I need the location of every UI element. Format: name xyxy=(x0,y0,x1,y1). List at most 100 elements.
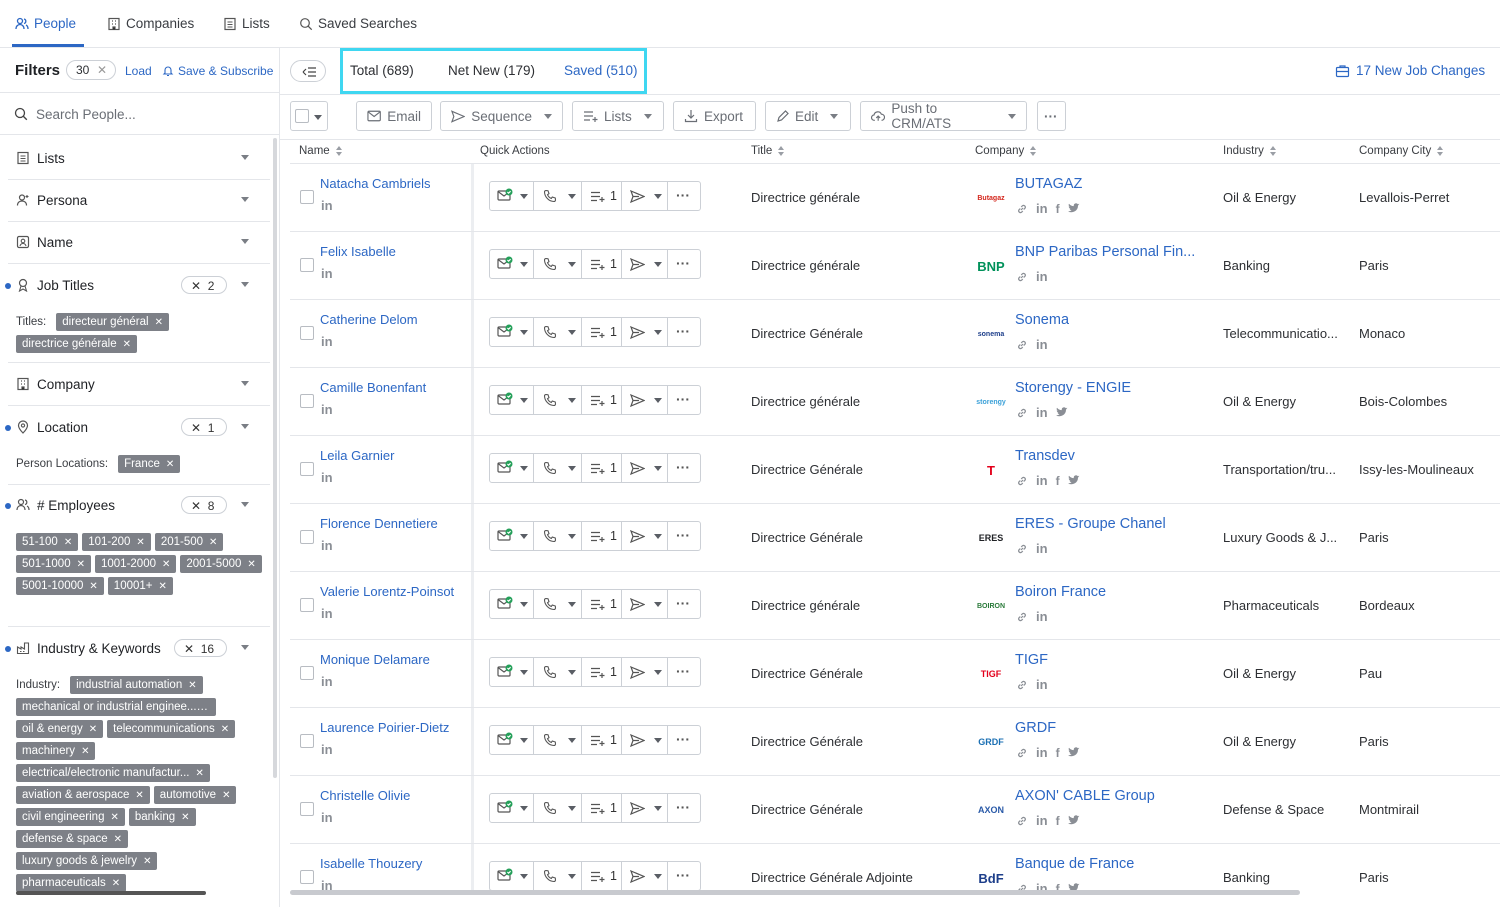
remove-chip-icon[interactable]: ✕ xyxy=(162,559,170,570)
company-name-link[interactable]: BNP Paribas Personal Fin... xyxy=(1015,244,1195,260)
remove-chip-icon[interactable]: ✕ xyxy=(89,581,97,592)
sequence-count-button[interactable]: 1 xyxy=(582,726,622,754)
call-button[interactable] xyxy=(534,386,582,414)
employees-count-badge[interactable]: ✕ 8 xyxy=(181,496,227,514)
facebook-icon[interactable]: f xyxy=(1056,746,1060,760)
link-icon[interactable] xyxy=(1016,679,1028,691)
chevron-down-icon[interactable] xyxy=(654,262,662,267)
row-checkbox[interactable] xyxy=(300,462,314,476)
search-input[interactable]: Search People... xyxy=(36,107,136,122)
filter-chip[interactable]: defense & space ✕ xyxy=(16,830,129,848)
link-icon[interactable] xyxy=(1016,475,1028,487)
lists-button[interactable]: Lists xyxy=(572,101,664,131)
remove-chip-icon[interactable]: ✕ xyxy=(110,812,118,823)
email-verified-button[interactable] xyxy=(490,318,534,346)
facebook-icon[interactable]: f xyxy=(1056,202,1060,216)
chevron-down-icon[interactable] xyxy=(568,738,576,743)
more-row-actions-button[interactable]: ··· xyxy=(668,386,700,414)
chevron-down-icon[interactable] xyxy=(520,670,528,675)
person-name-link[interactable]: Catherine Delom xyxy=(320,312,418,327)
call-button[interactable] xyxy=(534,726,582,754)
company-name-link[interactable]: AXON' CABLE Group xyxy=(1015,788,1155,804)
filter-chip[interactable]: 501-1000 ✕ xyxy=(16,555,91,573)
row-checkbox[interactable] xyxy=(300,666,314,680)
chevron-down-icon[interactable] xyxy=(241,381,249,386)
twitter-icon[interactable] xyxy=(1055,407,1068,418)
linkedin-icon[interactable]: in xyxy=(1036,473,1048,488)
person-name-link[interactable]: Monique Delamare xyxy=(320,652,430,667)
sequence-count-button[interactable]: 1 xyxy=(582,862,622,890)
linkedin-icon[interactable]: in xyxy=(1036,677,1048,692)
sort-icon[interactable] xyxy=(1269,146,1277,156)
person-name-link[interactable]: Natacha Cambriels xyxy=(320,176,431,191)
sequence-count-button[interactable]: 1 xyxy=(582,590,622,618)
sort-icon[interactable] xyxy=(1437,146,1444,156)
twitter-icon[interactable] xyxy=(1067,815,1080,826)
column-company[interactable]: Company xyxy=(975,145,1037,157)
more-row-actions-button[interactable]: ··· xyxy=(668,522,700,550)
filter-chip[interactable]: 101-200 ✕ xyxy=(82,533,151,551)
remove-chip-icon[interactable]: ✕ xyxy=(143,856,151,867)
send-button[interactable] xyxy=(622,794,668,822)
linkedin-icon[interactable]: in xyxy=(1036,745,1048,760)
send-button[interactable] xyxy=(622,590,668,618)
remove-chip-icon[interactable]: ✕ xyxy=(89,724,97,735)
remove-chip-icon[interactable]: ✕ xyxy=(64,537,72,548)
remove-chip-icon[interactable]: ✕ xyxy=(77,559,85,570)
remove-chip-icon[interactable]: ✕ xyxy=(159,581,167,592)
person-name-link[interactable]: Leila Garnier xyxy=(320,448,394,463)
link-icon[interactable] xyxy=(1016,271,1028,283)
sidebar-horizontal-scrollbar[interactable] xyxy=(16,891,206,895)
person-name-link[interactable]: Valerie Lorentz-Poinsot xyxy=(320,584,454,599)
chevron-down-icon[interactable] xyxy=(568,466,576,471)
chevron-down-icon[interactable] xyxy=(520,330,528,335)
linkedin-icon[interactable]: in xyxy=(1036,269,1048,284)
email-verified-button[interactable] xyxy=(490,590,534,618)
industry-count-badge[interactable]: ✕ 16 xyxy=(174,639,227,657)
company-name-link[interactable]: Storengy - ENGIE xyxy=(1015,380,1131,396)
column-industry[interactable]: Industry xyxy=(1223,145,1277,157)
linkedin-icon[interactable]: in xyxy=(321,606,333,621)
linkedin-icon[interactable]: in xyxy=(1036,201,1048,216)
sequence-count-button[interactable]: 1 xyxy=(582,522,622,550)
send-button[interactable] xyxy=(622,386,668,414)
chevron-down-icon[interactable] xyxy=(520,398,528,403)
remove-chip-icon[interactable]: ✕ xyxy=(166,459,174,470)
row-checkbox[interactable] xyxy=(300,258,314,272)
filter-chip[interactable]: industrial automation ✕ xyxy=(70,676,203,694)
filter-chip[interactable]: 2001-5000 ✕ xyxy=(180,555,262,573)
sidebar-scrollbar[interactable] xyxy=(273,138,277,778)
email-verified-button[interactable] xyxy=(490,250,534,278)
sequence-count-button[interactable]: 1 xyxy=(582,386,622,414)
tab-lists[interactable]: Lists xyxy=(223,16,270,31)
more-row-actions-button[interactable]: ··· xyxy=(668,454,700,482)
send-button[interactable] xyxy=(622,658,668,686)
row-checkbox[interactable] xyxy=(300,734,314,748)
person-name-link[interactable]: Camille Bonenfant xyxy=(320,380,426,395)
select-all-checkbox[interactable] xyxy=(290,101,328,131)
more-row-actions-button[interactable]: ··· xyxy=(668,250,700,278)
chevron-down-icon[interactable] xyxy=(241,155,249,160)
chevron-down-icon[interactable] xyxy=(654,534,662,539)
row-checkbox[interactable] xyxy=(300,326,314,340)
linkedin-icon[interactable]: in xyxy=(321,402,333,417)
chevron-down-icon[interactable] xyxy=(241,645,249,650)
filters-count-badge[interactable]: 30 ✕ xyxy=(66,60,116,80)
search-people[interactable]: Search People... xyxy=(0,93,279,135)
sequence-count-button[interactable]: 1 xyxy=(582,658,622,686)
person-name-link[interactable]: Isabelle Thouzery xyxy=(320,856,422,871)
sequence-button[interactable]: Sequence xyxy=(440,101,563,131)
chevron-down-icon[interactable] xyxy=(568,806,576,811)
link-icon[interactable] xyxy=(1016,339,1028,351)
linkedin-icon[interactable]: in xyxy=(1036,337,1048,352)
call-button[interactable] xyxy=(534,862,582,890)
filter-chip[interactable]: automotive ✕ xyxy=(153,786,237,804)
link-icon[interactable] xyxy=(1016,611,1028,623)
row-checkbox[interactable] xyxy=(300,870,314,884)
tab-saved-searches[interactable]: Saved Searches xyxy=(299,16,417,31)
more-actions-button[interactable]: ··· xyxy=(1037,101,1066,131)
call-button[interactable] xyxy=(534,250,582,278)
sort-icon[interactable] xyxy=(1030,146,1037,156)
chevron-down-icon[interactable] xyxy=(520,602,528,607)
email-verified-button[interactable] xyxy=(490,726,534,754)
